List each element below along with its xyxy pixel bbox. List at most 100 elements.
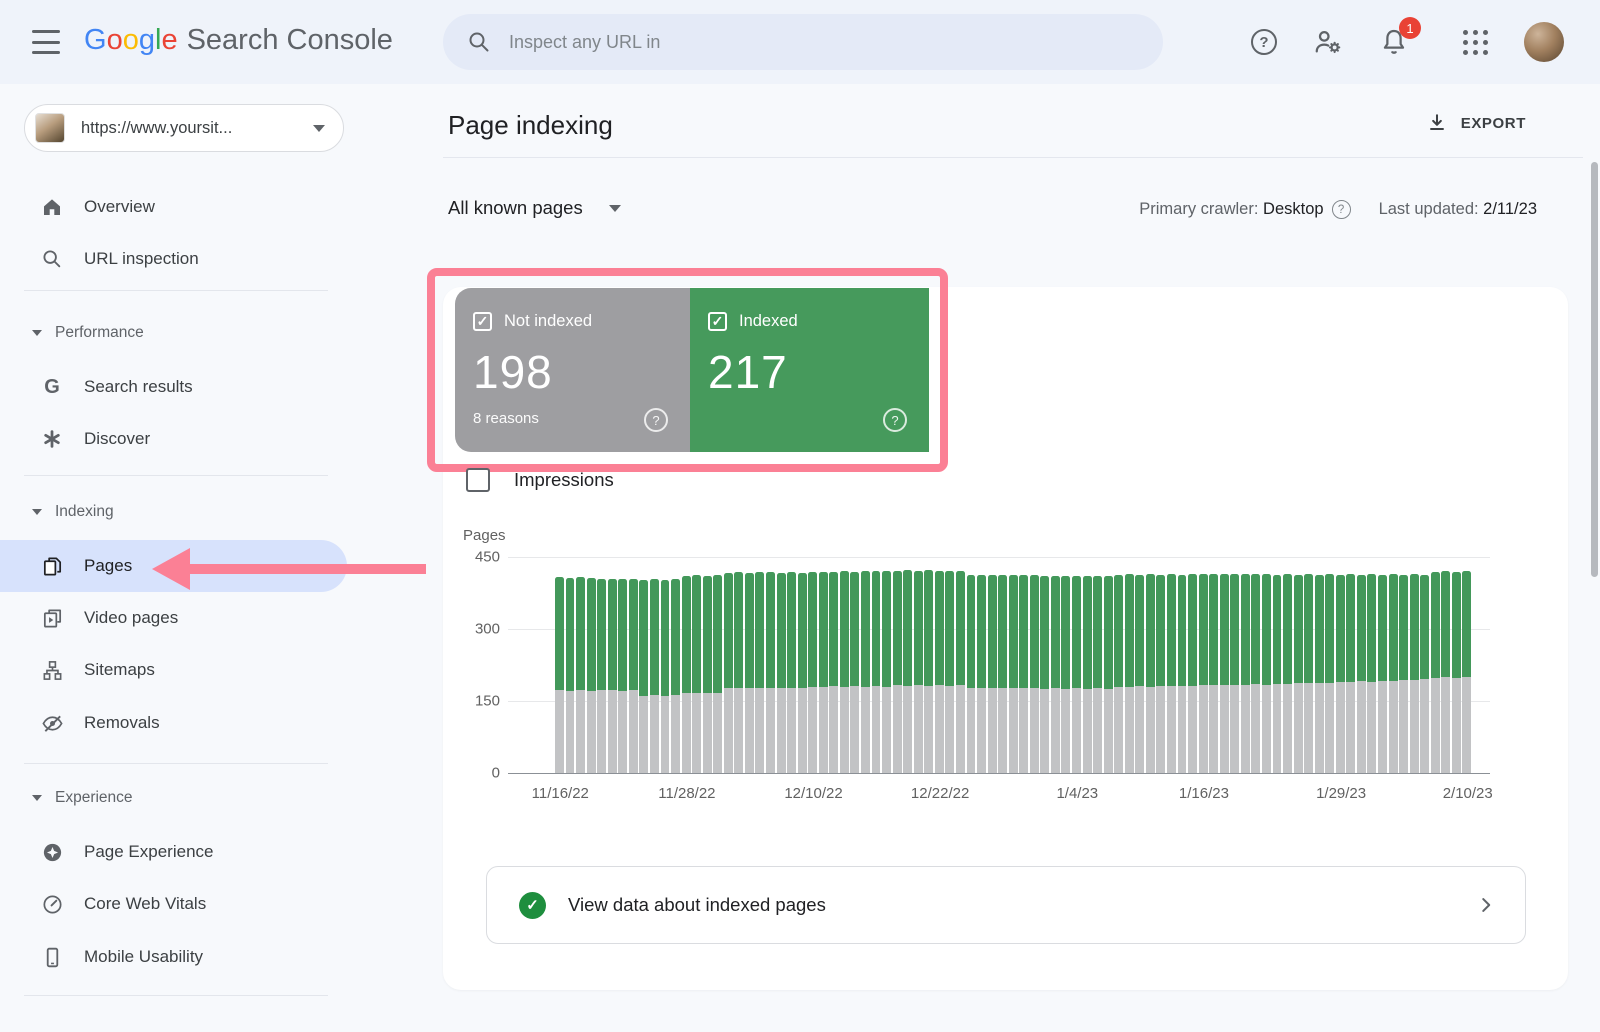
sidebar-item-video-pages[interactable]: Video pages (0, 592, 347, 644)
chart-bar (1104, 576, 1113, 773)
google-apps-grid-icon[interactable] (1463, 30, 1488, 55)
indexed-card[interactable]: ✓ Indexed 217 ? (690, 288, 929, 452)
chevron-down-icon (32, 795, 42, 801)
section-indexing[interactable]: Indexing (0, 486, 347, 538)
app-logo: GoogleSearch Console (84, 24, 393, 57)
sidebar-item-removals[interactable]: Removals (0, 697, 347, 749)
sidebar-item-overview[interactable]: Overview (0, 181, 347, 233)
property-selector[interactable]: https://www.yoursit... (24, 104, 344, 152)
gridline (508, 773, 1490, 774)
y-axis-label: Pages (463, 527, 506, 544)
export-button[interactable]: EXPORT (1426, 112, 1526, 134)
chevron-right-icon (1475, 894, 1497, 916)
chart-bar (1294, 575, 1303, 773)
chart-bar (882, 571, 891, 773)
chart-bar (608, 579, 617, 773)
user-settings-icon[interactable] (1313, 27, 1343, 57)
account-avatar[interactable] (1524, 22, 1564, 62)
impressions-toggle[interactable]: Impressions (466, 468, 614, 492)
y-tick-label: 300 (455, 621, 500, 638)
y-tick-label: 0 (455, 765, 500, 782)
chart-bar (777, 573, 786, 773)
chevron-down-icon (313, 125, 325, 132)
sidebar-item-discover[interactable]: Discover (0, 413, 347, 465)
page-filter-dropdown[interactable]: All known pages (448, 197, 621, 219)
chart-bar (819, 572, 828, 773)
url-inspect-searchbar[interactable] (443, 14, 1163, 70)
chart-bar (682, 576, 691, 773)
last-updated-label: Last updated: (1379, 200, 1479, 219)
sidebar-item-page-experience[interactable]: Page Experience (0, 826, 347, 878)
y-tick-label: 150 (455, 693, 500, 710)
menu-icon[interactable] (32, 30, 60, 54)
chart-bar (945, 571, 954, 773)
chart-bar (671, 579, 680, 773)
x-tick-label: 12/10/22 (784, 785, 842, 802)
google-g-icon: G (40, 375, 64, 399)
impressions-checkbox[interactable] (466, 468, 490, 492)
not-indexed-card[interactable]: ✓ Not indexed 198 8 reasons ? (455, 288, 690, 452)
speedometer-icon (40, 892, 64, 916)
chart-bar (914, 571, 923, 773)
chart-bar (1178, 575, 1187, 773)
divider (443, 157, 1583, 158)
chart-bar (1230, 574, 1239, 773)
property-favicon (35, 113, 65, 143)
chart-bar (903, 570, 912, 773)
chart-bar (1283, 574, 1292, 773)
chart-bar (597, 579, 606, 773)
help-icon[interactable]: ? (1251, 29, 1277, 55)
checkbox-checked-icon[interactable]: ✓ (473, 312, 492, 331)
sidebar-item-core-web-vitals[interactable]: Core Web Vitals (0, 878, 347, 930)
chart-bar (1325, 574, 1334, 773)
sidebar-item-sitemaps[interactable]: Sitemaps (0, 644, 347, 696)
chart-bar (1357, 575, 1366, 773)
chart-bar (1199, 574, 1208, 773)
chart-bar (998, 575, 1007, 773)
primary-crawler-value: Desktop (1263, 200, 1324, 219)
chart-bar (1220, 574, 1229, 773)
chart-bar (1093, 576, 1102, 773)
chart-bar (1009, 575, 1018, 773)
chart-bar (872, 571, 881, 773)
chart-bar (850, 572, 859, 773)
scrollbar-thumb[interactable] (1591, 162, 1598, 577)
section-performance[interactable]: Performance (0, 307, 347, 359)
chart-bar (1209, 574, 1218, 773)
chart-bar (745, 573, 754, 773)
download-icon (1426, 112, 1448, 134)
notifications-bell-icon[interactable]: 1 (1379, 27, 1409, 57)
chart-bar (1389, 574, 1398, 773)
sidebar-item-url-inspection[interactable]: URL inspection (0, 233, 347, 285)
property-url: https://www.yoursit... (81, 119, 313, 138)
google-search-console-app: GoogleSearch Console ? 1 (0, 0, 1600, 1032)
impressions-label: Impressions (514, 469, 614, 491)
sidebar-item-pages[interactable]: Pages (0, 540, 347, 592)
chart-bar (629, 579, 638, 773)
help-icon[interactable]: ? (883, 408, 907, 432)
x-tick-label: 1/16/23 (1179, 785, 1229, 802)
chart-bar (1040, 576, 1049, 773)
divider (24, 475, 328, 476)
help-icon[interactable]: ? (644, 408, 668, 432)
checkbox-checked-icon[interactable]: ✓ (708, 312, 727, 331)
chart-bar (1346, 574, 1355, 773)
crawler-help-icon[interactable]: ? (1332, 200, 1351, 219)
section-experience[interactable]: Experience (0, 772, 347, 824)
chart-bar (787, 572, 796, 773)
chart-bar (1188, 574, 1197, 773)
view-indexed-data-row[interactable]: ✓ View data about indexed pages (486, 866, 1526, 944)
chart-bar (1156, 575, 1165, 773)
chart-bar (1030, 575, 1039, 773)
chevron-down-icon (32, 330, 42, 336)
smartphone-icon (40, 945, 64, 969)
chart-bar (1251, 574, 1260, 773)
sidebar-item-mobile-usability[interactable]: Mobile Usability (0, 931, 347, 983)
chart-bar (1367, 574, 1376, 773)
chart-bar (1019, 575, 1028, 773)
sidebar-item-search-results[interactable]: G Search results (0, 361, 347, 413)
app-name: Search Console (187, 24, 393, 56)
chart-bar (703, 576, 712, 773)
chart-bar (734, 572, 743, 773)
search-input[interactable] (509, 32, 1109, 53)
